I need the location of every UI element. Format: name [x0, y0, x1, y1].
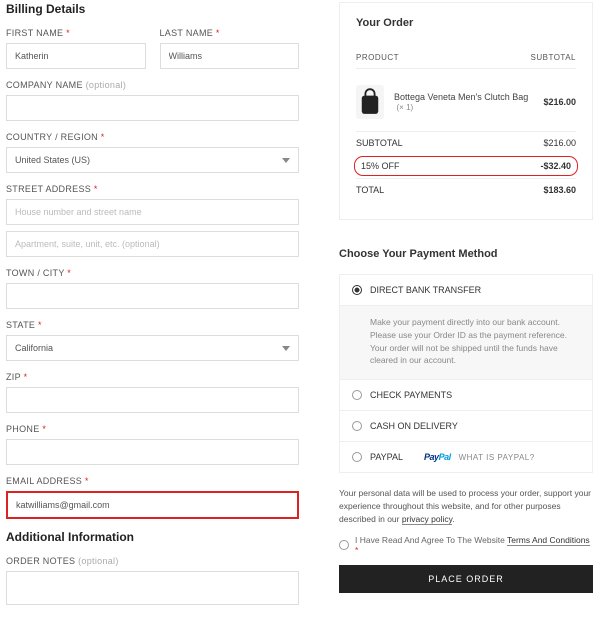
order-title: Your Order: [356, 17, 576, 29]
pay-paypal[interactable]: PAYPAL PayPalWHAT IS PAYPAL?: [340, 442, 592, 472]
product-thumb: [356, 85, 384, 119]
email-label: EMAIL ADDRESS *: [6, 476, 299, 486]
additional-title: Additional Information: [6, 530, 299, 544]
paypal-logo-icon: PayPal: [424, 452, 451, 462]
country-select[interactable]: United States (US): [6, 147, 299, 173]
street2-input[interactable]: [6, 231, 299, 257]
pay-cod[interactable]: CASH ON DELIVERY: [340, 411, 592, 442]
discount-value: -$32.40: [540, 161, 571, 171]
company-label: COMPANY NAME (optional): [6, 80, 299, 90]
town-input[interactable]: [6, 283, 299, 309]
discount-label: 15% OFF: [361, 161, 400, 171]
street-label: STREET ADDRESS *: [6, 184, 299, 194]
last-name-input[interactable]: [160, 43, 300, 69]
product-price: $216.00: [543, 97, 576, 107]
zip-input[interactable]: [6, 387, 299, 413]
phone-input[interactable]: [6, 439, 299, 465]
total-label: TOTAL: [356, 185, 384, 195]
email-input[interactable]: [6, 491, 299, 519]
zip-label: ZIP *: [6, 372, 299, 382]
pay-bank-desc: Make your payment directly into our bank…: [340, 306, 592, 380]
terms-link[interactable]: Terms And Conditions: [507, 535, 590, 546]
what-is-paypal-link[interactable]: WHAT IS PAYPAL?: [459, 453, 535, 462]
street1-input[interactable]: [6, 199, 299, 225]
terms-row[interactable]: I Have Read And Agree To The Website Ter…: [339, 535, 593, 555]
country-label: COUNTRY / REGION *: [6, 132, 299, 142]
product-name: Bottega Veneta Men's Clutch Bag (× 1): [394, 92, 533, 112]
privacy-link[interactable]: privacy policy: [402, 514, 452, 525]
hdr-subtotal: SUBTOTAL: [531, 53, 577, 62]
total-value: $183.60: [543, 185, 576, 195]
notes-label: ORDER NOTES (optional): [6, 556, 299, 566]
last-name-label: LAST NAME *: [160, 28, 300, 38]
billing-title: Billing Details: [6, 2, 299, 16]
state-label: STATE *: [6, 320, 299, 330]
radio-icon: [352, 285, 362, 295]
first-name-label: FIRST NAME *: [6, 28, 146, 38]
radio-icon: [352, 452, 362, 462]
town-label: TOWN / CITY *: [6, 268, 299, 278]
radio-icon: [352, 421, 362, 431]
place-order-button[interactable]: PLACE ORDER: [339, 565, 593, 593]
company-input[interactable]: [6, 95, 299, 121]
radio-icon: [352, 390, 362, 400]
subtotal-value: $216.00: [543, 138, 576, 148]
pay-bank[interactable]: DIRECT BANK TRANSFER: [340, 275, 592, 306]
subtotal-label: SUBTOTAL: [356, 138, 403, 148]
terms-radio-icon: [339, 540, 349, 550]
phone-label: PHONE *: [6, 424, 299, 434]
privacy-text: Your personal data will be used to proce…: [339, 487, 593, 525]
payment-title: Choose Your Payment Method: [339, 248, 593, 260]
state-select[interactable]: California: [6, 335, 299, 361]
order-summary: Your Order PRODUCT SUBTOTAL Bottega Vene…: [339, 2, 593, 220]
notes-textarea[interactable]: [6, 571, 299, 605]
payment-box: DIRECT BANK TRANSFER Make your payment d…: [339, 274, 593, 473]
first-name-input[interactable]: [6, 43, 146, 69]
hdr-product: PRODUCT: [356, 53, 399, 62]
pay-check[interactable]: CHECK PAYMENTS: [340, 380, 592, 411]
